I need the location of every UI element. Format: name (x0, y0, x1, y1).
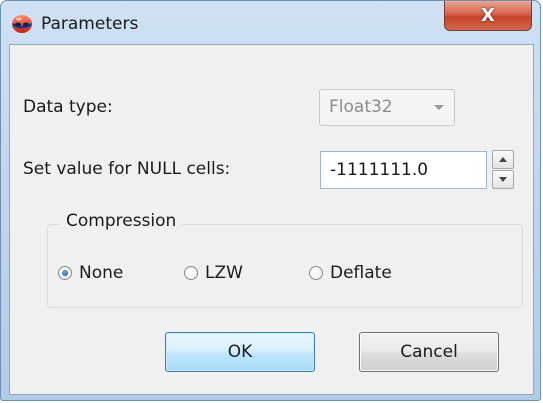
close-icon: X (481, 5, 495, 26)
window-title: Parameters (41, 14, 139, 34)
radio-none[interactable]: None (58, 263, 123, 283)
radio-deflate[interactable]: Deflate (309, 263, 392, 283)
radio-unchecked-icon (309, 266, 323, 280)
null-value-spinner (492, 150, 514, 190)
data-type-label: Data type: (23, 97, 113, 117)
app-icon (12, 15, 32, 33)
compression-group-title: Compression (60, 211, 183, 231)
chevron-down-icon (434, 105, 444, 110)
dialog-body: Data type: Float32 Set value for NULL ce… (9, 44, 534, 395)
radio-none-label: None (79, 263, 124, 283)
arrow-up-icon (499, 157, 507, 162)
arrow-down-icon (499, 177, 507, 182)
null-value-input[interactable] (320, 151, 487, 189)
radio-unchecked-icon (184, 266, 198, 280)
radio-lzw[interactable]: LZW (184, 263, 243, 283)
parameters-dialog: Parameters X Data type: Float32 Set valu… (0, 0, 541, 401)
null-value-label: Set value for NULL cells: (23, 159, 231, 179)
radio-lzw-label: LZW (205, 263, 243, 283)
spin-down-button[interactable] (492, 170, 514, 189)
cancel-button[interactable]: Cancel (359, 332, 499, 372)
data-type-value: Float32 (329, 97, 393, 117)
radio-checked-icon (58, 266, 72, 280)
title-bar[interactable]: Parameters X (1, 1, 540, 45)
data-type-select: Float32 (319, 89, 455, 126)
spin-up-button[interactable] (492, 150, 514, 169)
radio-deflate-label: Deflate (330, 263, 392, 283)
close-button[interactable]: X (444, 1, 532, 31)
ok-button[interactable]: OK (165, 332, 315, 372)
